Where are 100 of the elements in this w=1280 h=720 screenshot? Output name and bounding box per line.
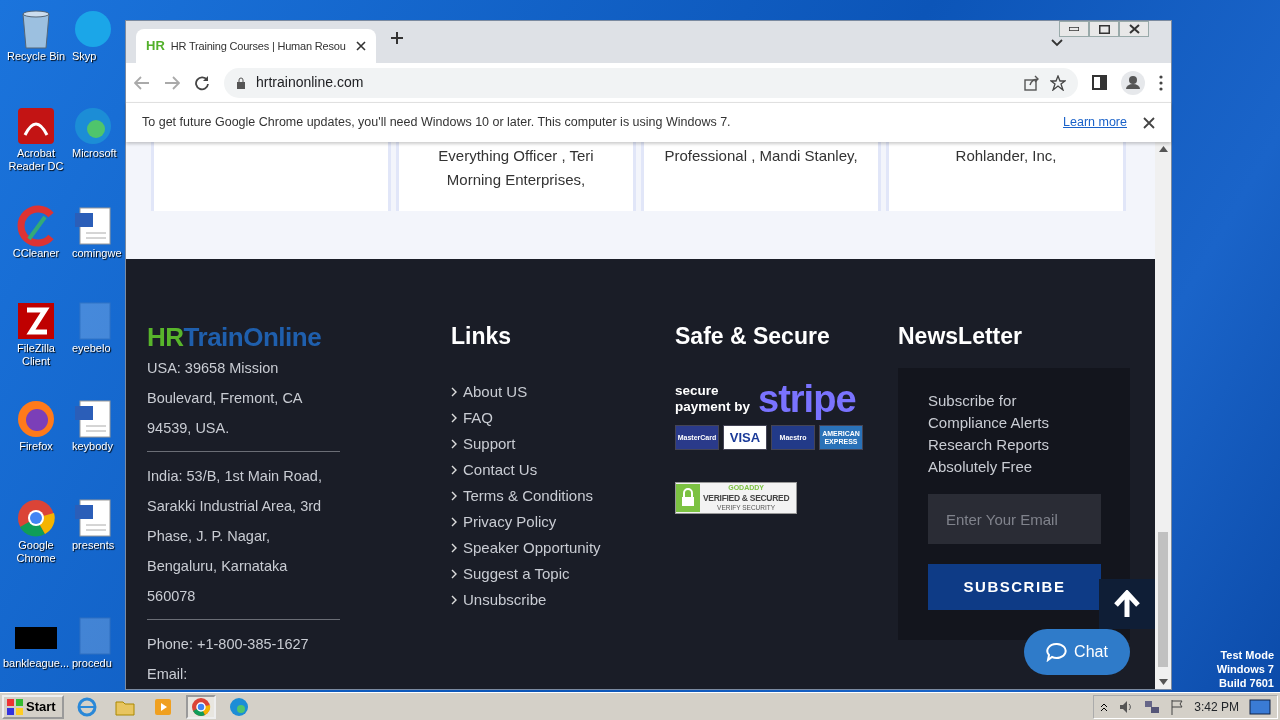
windows-logo-icon	[6, 697, 24, 716]
newsletter-text: Subscribe for	[928, 391, 1018, 411]
document-icon[interactable]	[15, 105, 57, 147]
show-desktop-icon[interactable]	[1249, 698, 1271, 715]
chevron-right-icon	[451, 491, 457, 501]
update-notice: To get future Google Chrome updates, you'll need Windows 10 or later. This computer is using Windows 7.	[142, 114, 732, 132]
favicon: HR	[146, 37, 165, 56]
footer-link[interactable]: FAQ	[451, 405, 675, 431]
footer-link[interactable]: Unsubscribe	[451, 587, 675, 613]
address-text: USA: 39658 Mission Boulevard, Fremont, CA 94539, USA.	[147, 359, 304, 438]
section-heading: Safe & Secure	[675, 322, 831, 351]
icon-label[interactable]: presents	[72, 539, 115, 552]
chevron-right-icon	[451, 517, 457, 527]
chevron-down-icon[interactable]	[1051, 39, 1063, 47]
reload-icon[interactable]	[194, 74, 210, 91]
lock-icon	[236, 76, 246, 89]
tab-title: HR Training Courses | Human Resou	[170, 38, 347, 54]
footer-link[interactable]: Suggest a Topic	[451, 561, 675, 587]
phone-text: Phone: +1-800-385-1627	[147, 635, 310, 654]
taskbar-app-button[interactable]	[185, 694, 216, 719]
document-icon[interactable]	[72, 205, 114, 247]
icon-label[interactable]: Skyp	[72, 50, 97, 63]
icon-label[interactable]: Acrobat Reader DC	[3, 147, 69, 173]
footer-link[interactable]: Support	[451, 431, 675, 457]
icon-label[interactable]: CCleaner	[3, 247, 69, 260]
address-text: India: 53/B, 1st Main Road, Sarakki Industrial Area, 3rd Phase, J. P. Nagar, Bengaluru, Karnataka 560078	[147, 467, 323, 606]
app-tile-icon[interactable]	[15, 300, 57, 342]
maximize-icon	[1098, 24, 1110, 34]
section-heading: Links	[451, 322, 513, 351]
document-icon[interactable]	[72, 398, 114, 440]
browser-tab[interactable]: HR HR Training Courses | Human Resou	[136, 29, 376, 63]
star-icon[interactable]	[1050, 74, 1066, 91]
testimonial-author: Professional , Mandi Stanley,	[663, 146, 859, 166]
chevron-right-icon	[451, 569, 457, 579]
learn-more-link[interactable]: Learn more	[1063, 113, 1127, 132]
close-icon[interactable]	[356, 41, 366, 51]
os-info-text: Test Mode	[1219, 648, 1274, 662]
stripe-caption: secure	[675, 383, 720, 399]
scrollbar-thumb[interactable]	[1158, 532, 1168, 667]
chevron-right-icon	[451, 595, 457, 605]
menu-icon[interactable]	[1159, 74, 1163, 91]
newsletter-text: Research Reports	[928, 435, 1050, 455]
icon-label[interactable]: keybody	[72, 440, 113, 453]
icon-label[interactable]: Microsoft	[72, 147, 117, 160]
scrollbar[interactable]	[1155, 142, 1171, 689]
footer-link[interactable]: Contact Us	[451, 457, 675, 483]
icon-label[interactable]: Firefox	[3, 440, 69, 453]
subscribe-button[interactable]: SUBSCRIBE	[928, 564, 1101, 610]
footer-link[interactable]: Terms & Conditions	[451, 483, 675, 509]
profile-icon[interactable]	[1121, 70, 1145, 95]
close-icon	[1128, 24, 1140, 34]
close-button[interactable]	[1119, 21, 1149, 37]
os-info-text: Windows 7	[1216, 662, 1274, 676]
icon-label[interactable]: comingwe	[72, 247, 122, 260]
start-button[interactable]: Start	[2, 694, 64, 719]
chevron-right-icon	[451, 465, 457, 475]
icon-label[interactable]: procedu	[72, 657, 112, 670]
close-icon[interactable]	[1143, 116, 1155, 129]
scroll-up-icon[interactable]	[1158, 146, 1168, 152]
icon-label[interactable]: bankleague...	[3, 657, 69, 670]
chat-button[interactable]: Chat	[1024, 629, 1130, 675]
minimize-button[interactable]	[1059, 21, 1089, 37]
scroll-to-top-button[interactable]	[1099, 579, 1155, 629]
newsletter-text: Compliance Alerts	[928, 413, 1050, 433]
testimonial-author: Everything Officer , Teri Morning Enterprises,	[437, 146, 595, 190]
payment-card-logo: VISA	[723, 425, 767, 450]
email-label: Email:	[147, 665, 189, 684]
stripe-caption: payment by	[675, 399, 751, 415]
chevron-right-icon	[451, 387, 457, 397]
email-field[interactable]: Enter Your Email	[928, 494, 1101, 544]
icon-label[interactable]: eyebelo	[72, 342, 111, 355]
play-icon	[152, 696, 173, 717]
network-icon[interactable]	[1144, 698, 1161, 715]
icon-label[interactable]: Google Chrome	[3, 539, 69, 565]
flag-icon[interactable]	[1170, 698, 1185, 715]
footer-link[interactable]: Privacy Policy	[451, 509, 675, 535]
chevron-right-icon	[451, 543, 457, 553]
document-icon[interactable]	[72, 497, 114, 539]
side-panel-icon[interactable]	[1092, 75, 1107, 90]
globe-icon	[76, 696, 97, 717]
chrome-circle-icon	[190, 696, 211, 717]
icon-label[interactable]: Recycle Bin	[3, 50, 69, 63]
minimize-icon	[1069, 27, 1079, 31]
footer-link[interactable]: About US	[451, 379, 675, 405]
footer-link[interactable]: Speaker Opportunity	[451, 535, 675, 561]
address-bar[interactable]: hrtrainonline.com	[224, 67, 1078, 98]
arrow-up-icon	[1114, 590, 1140, 618]
scroll-down-icon[interactable]	[1158, 679, 1168, 685]
chevron-up-icon[interactable]	[1100, 701, 1109, 712]
chevron-right-icon	[451, 439, 457, 449]
maximize-button[interactable]	[1089, 21, 1119, 37]
stripe-wordmark: stripe	[758, 379, 856, 419]
fox-globe-icon[interactable]	[15, 398, 57, 440]
share-icon[interactable]	[1024, 74, 1040, 91]
os-info-text: Build 7601	[1217, 676, 1274, 690]
testimonial-author: Rohlander, Inc,	[954, 146, 1058, 166]
plus-icon	[390, 31, 404, 45]
seal-title: VERIFIED & SECURED	[703, 493, 790, 503]
icon-label[interactable]: FileZilla Client	[3, 342, 69, 368]
chrome-circle-icon[interactable]	[15, 497, 57, 539]
